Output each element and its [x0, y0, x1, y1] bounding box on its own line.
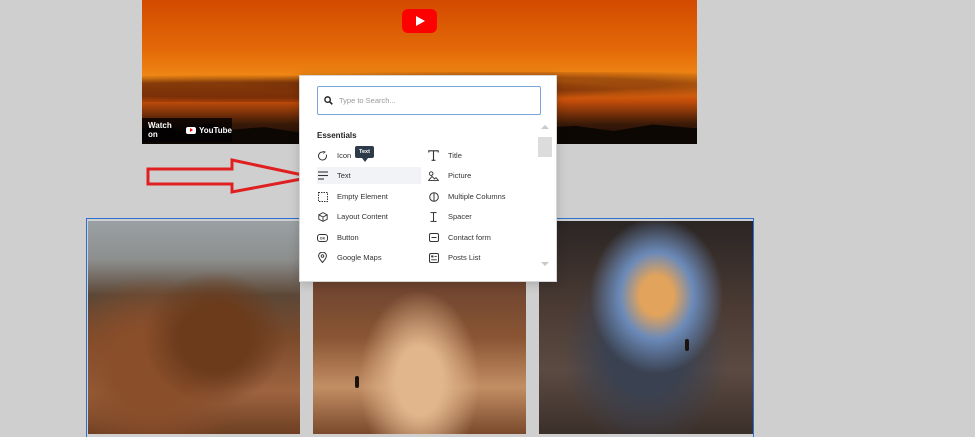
scroll-down-icon[interactable] [541, 262, 549, 266]
element-picker-popup: Essentials Icon Text Empty Element Layou… [299, 75, 557, 282]
watch-on-label: Watch on [148, 121, 172, 139]
element-item-multiple-columns[interactable]: Multiple Columns [428, 188, 532, 205]
element-item-label: Spacer [448, 212, 472, 221]
youtube-logo-icon [186, 126, 196, 134]
element-item-label: Multiple Columns [448, 192, 506, 201]
popup-scrollbar[interactable] [538, 123, 552, 268]
gallery-photo-rock-formations[interactable] [88, 221, 300, 434]
button-icon: OK [317, 232, 328, 243]
posts-icon [428, 252, 439, 263]
element-item-label: Text [337, 171, 351, 180]
element-item-label: Button [337, 233, 359, 242]
columns-icon [428, 191, 439, 202]
element-item-label: Contact form [448, 233, 491, 242]
tooltip-text: Text [355, 146, 374, 162]
section-title-essentials: Essentials [317, 131, 357, 140]
element-item-picture[interactable]: Picture [428, 167, 532, 184]
lines-icon [317, 170, 328, 181]
element-item-button[interactable]: OK Button [317, 229, 421, 246]
element-item-label: Icon [337, 151, 352, 160]
element-item-label: Title [448, 151, 462, 160]
element-item-title[interactable]: Title [428, 147, 532, 164]
map-pin-icon [317, 252, 328, 263]
element-item-google-maps[interactable]: Google Maps [317, 249, 421, 266]
scroll-up-icon[interactable] [541, 125, 549, 129]
photo-person-figure [355, 376, 359, 388]
cube-icon [317, 211, 328, 222]
svg-text:OK: OK [320, 236, 326, 240]
watch-on-youtube-button[interactable]: Watch on YouTube [142, 118, 232, 142]
element-item-layout-content[interactable]: Layout Content [317, 208, 421, 225]
title-t-icon [428, 150, 439, 161]
red-arrow-annotation [146, 158, 313, 194]
search-icon [324, 96, 333, 105]
search-box[interactable] [317, 86, 541, 115]
element-item-empty-element[interactable]: Empty Element [317, 188, 421, 205]
element-item-label: Google Maps [337, 253, 382, 262]
circle-arrow-icon [317, 150, 328, 161]
youtube-play-icon[interactable] [402, 9, 437, 33]
dotted-square-icon [317, 191, 328, 202]
search-input[interactable] [339, 96, 529, 105]
spacer-icon [428, 211, 439, 222]
gallery-photo-rock-arch[interactable] [539, 221, 753, 434]
element-item-text[interactable]: Text [317, 167, 421, 184]
picture-icon [428, 170, 439, 181]
scrollbar-thumb[interactable] [538, 137, 552, 157]
element-item-label: Posts List [448, 253, 481, 262]
form-icon [428, 232, 439, 243]
element-item-label: Layout Content [337, 212, 388, 221]
photo-person-figure [685, 339, 689, 351]
element-item-posts-list[interactable]: Posts List [428, 249, 532, 266]
element-item-contact-form[interactable]: Contact form [428, 229, 532, 246]
element-item-label: Picture [448, 171, 472, 180]
element-item-spacer[interactable]: Spacer [428, 208, 532, 225]
youtube-label: YouTube [198, 125, 232, 135]
element-item-label: Empty Element [337, 192, 388, 201]
